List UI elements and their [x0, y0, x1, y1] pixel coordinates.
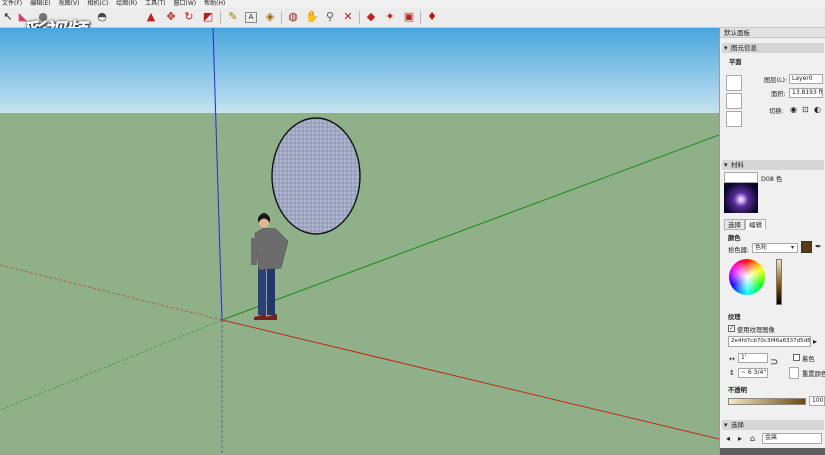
- use-texture-label: 使用纹理图像: [737, 327, 775, 334]
- texture-section-label: 纹理: [728, 314, 741, 321]
- menu-file[interactable]: 文件(F): [2, 0, 22, 8]
- shadow-icon[interactable]: ◐: [814, 105, 821, 114]
- toolbar-separator: [220, 11, 221, 24]
- texture-swatch[interactable]: [726, 111, 742, 127]
- toolbar: ↖ ◣ ● ◓ ▲ ✥ ↻ ◩ ✎ A ◈ ◍ ✋ ⚲ ✕ ◆ ✦ ▣ ♦: [0, 8, 825, 28]
- texture-file-field[interactable]: 2e4fd7cb70c3f46a6337d5d850: [728, 336, 811, 347]
- folder-icon[interactable]: ▸: [813, 337, 817, 346]
- paint-bucket-icon[interactable]: ◓: [95, 10, 109, 24]
- eyedropper-icon[interactable]: ✒: [815, 242, 822, 251]
- circle-face: [271, 117, 361, 235]
- material-preview-small: [724, 172, 758, 183]
- height-arrow-icon: ↕: [729, 369, 735, 377]
- select-icon[interactable]: ↖: [1, 10, 15, 24]
- color-picker-label: 拾色器:: [728, 247, 750, 254]
- menu-edit[interactable]: 编辑(E): [30, 0, 50, 8]
- tab-edit[interactable]: 编辑: [745, 219, 766, 230]
- menu-bar: 文件(F) 编辑(E) 视图(V) 相机(C) 绘图(R) 工具(T) 窗口(W…: [0, 0, 825, 8]
- select-section-header[interactable]: 选择: [722, 420, 824, 430]
- pan-icon[interactable]: ✋: [305, 10, 319, 24]
- opacity-field[interactable]: 100: [809, 396, 825, 406]
- 3d-text-icon[interactable]: ◈: [263, 10, 277, 24]
- menu-view[interactable]: 视图(V): [59, 0, 80, 8]
- material-thumbnails-strip[interactable]: [720, 448, 825, 455]
- colorize-label: 着色: [802, 356, 815, 363]
- toolbar-separator: [420, 11, 421, 24]
- width-arrow-icon: ↔: [729, 355, 735, 363]
- menu-draw[interactable]: 绘图(R): [116, 0, 137, 8]
- sky: [0, 28, 719, 113]
- entity-info-header[interactable]: 图元信息: [722, 43, 824, 53]
- entity-type: 平面: [729, 59, 742, 66]
- extension-icon[interactable]: ▣: [402, 10, 416, 24]
- area-label: 面积:: [771, 91, 786, 98]
- use-texture-checkbox[interactable]: ✓: [728, 325, 735, 332]
- tray-title: 默认面板: [720, 28, 825, 38]
- colorize-checkbox[interactable]: [793, 354, 800, 361]
- orbit-icon[interactable]: ◍: [286, 10, 300, 24]
- menu-help[interactable]: 帮助(H): [204, 0, 225, 8]
- scale-icon[interactable]: ◩: [201, 10, 215, 24]
- menu-camera[interactable]: 相机(C): [87, 0, 108, 8]
- share-icon[interactable]: ✦: [383, 10, 397, 24]
- collection-select[interactable]: 金属: [762, 433, 822, 444]
- zoom-icon[interactable]: ⚲: [323, 10, 337, 24]
- forward-arrow-icon[interactable]: ▸: [738, 434, 742, 443]
- texture-width-field[interactable]: 1': [738, 353, 768, 363]
- back-face-swatch[interactable]: [726, 93, 742, 109]
- eye-icon[interactable]: ◉: [790, 105, 797, 114]
- toolbar-separator: [281, 11, 282, 24]
- layer-label: 图层(L):: [764, 77, 788, 84]
- tape-measure-icon[interactable]: ✎: [226, 10, 240, 24]
- reset-color-label: 重置颜色: [802, 371, 825, 378]
- back-arrow-icon[interactable]: ◂: [726, 434, 730, 443]
- toolbar-separator: [359, 11, 360, 24]
- warehouse-icon[interactable]: ◆: [364, 10, 378, 24]
- default-tray: 默认面板 图元信息 平面 图层(L): Layer0 面积: 13.8193 f…: [719, 28, 825, 455]
- area-field: 13.8193 ft²: [789, 88, 823, 98]
- front-face-swatch[interactable]: [726, 75, 742, 91]
- material-name: D08 色: [761, 176, 783, 183]
- toggle-label: 切换:: [769, 108, 784, 115]
- brightness-slider[interactable]: [776, 259, 782, 305]
- rotate-icon[interactable]: ↻: [182, 10, 196, 24]
- color-wheel[interactable]: [729, 259, 765, 295]
- home-icon[interactable]: ⌂: [750, 434, 755, 443]
- color-section-label: 颜色: [728, 235, 741, 242]
- push-pull-icon[interactable]: ▲: [144, 10, 158, 24]
- lock-icon[interactable]: ⊡: [802, 105, 809, 114]
- tab-select[interactable]: 选择: [724, 219, 745, 230]
- materials-header[interactable]: 材料: [722, 160, 824, 170]
- layer-select[interactable]: Layer0: [789, 74, 823, 84]
- color-swatch[interactable]: [801, 241, 812, 253]
- ruby-icon[interactable]: ♦: [425, 10, 439, 24]
- texture-height-field[interactable]: ~ 6 3/4": [738, 368, 768, 378]
- material-texture-thumbnail[interactable]: [724, 183, 758, 213]
- text-icon[interactable]: A: [245, 12, 257, 23]
- menu-window[interactable]: 窗口(W): [174, 0, 197, 8]
- modeling-viewport[interactable]: [0, 28, 719, 455]
- link-aspect-icon[interactable]: ⊃: [770, 358, 778, 368]
- chevron-down-icon: ▾: [791, 244, 795, 251]
- zoom-extents-icon[interactable]: ✕: [341, 10, 355, 24]
- reset-color-button[interactable]: [789, 367, 799, 379]
- opacity-slider[interactable]: [728, 398, 806, 405]
- scene-canvas[interactable]: [0, 28, 719, 455]
- move-icon[interactable]: ✥: [164, 10, 178, 24]
- opacity-label: 不透明: [728, 387, 747, 394]
- menu-tools[interactable]: 工具(T): [145, 0, 165, 8]
